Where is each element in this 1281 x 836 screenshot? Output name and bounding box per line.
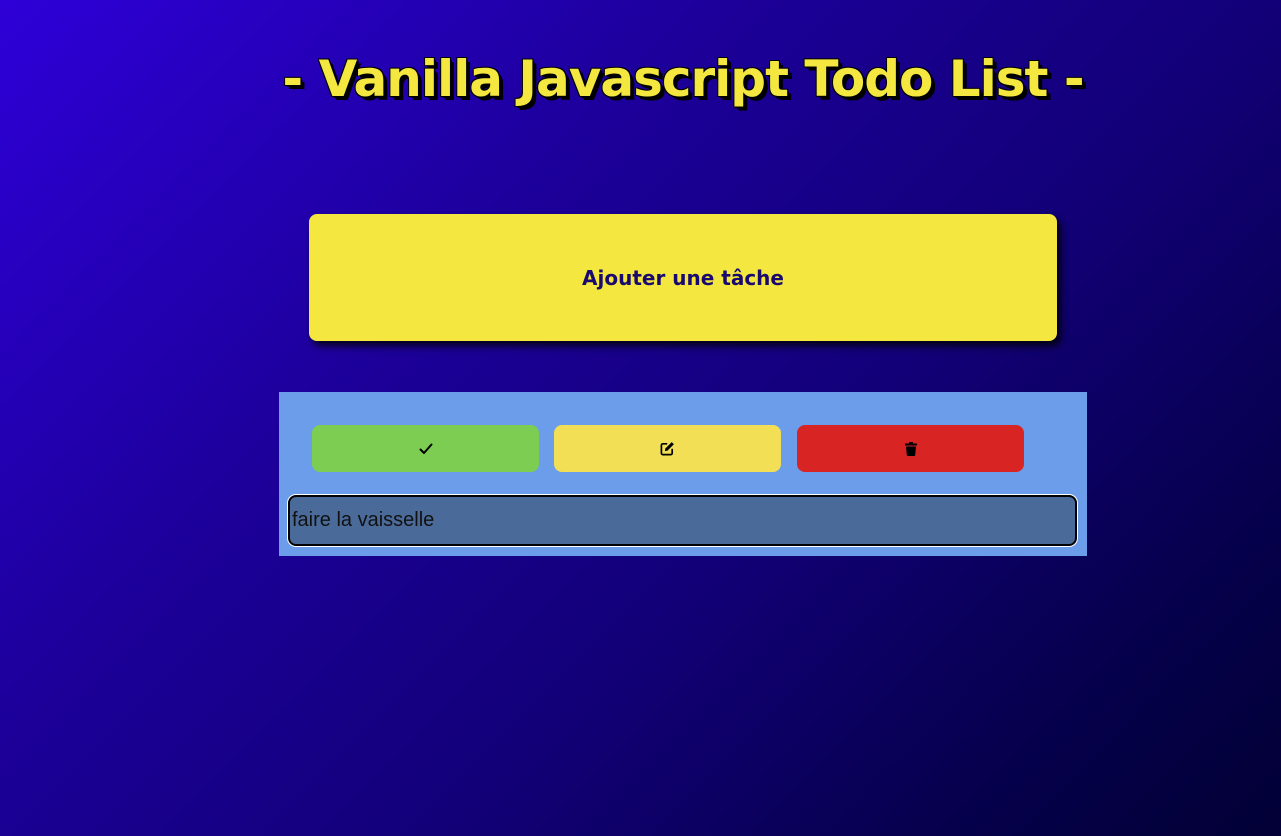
page-title: - Vanilla Javascript Todo List -: [282, 50, 1084, 108]
delete-task-button[interactable]: [797, 425, 1024, 472]
todo-text-field[interactable]: [288, 495, 1077, 546]
complete-task-button[interactable]: [312, 425, 539, 472]
trash-icon: [904, 441, 917, 456]
check-icon: [419, 443, 433, 455]
edit-task-button[interactable]: [554, 425, 781, 472]
edit-icon: [660, 441, 675, 456]
add-task-label: Ajouter une tâche: [582, 265, 784, 290]
add-task-button[interactable]: Ajouter une tâche: [309, 214, 1057, 341]
todo-item: [279, 392, 1087, 556]
